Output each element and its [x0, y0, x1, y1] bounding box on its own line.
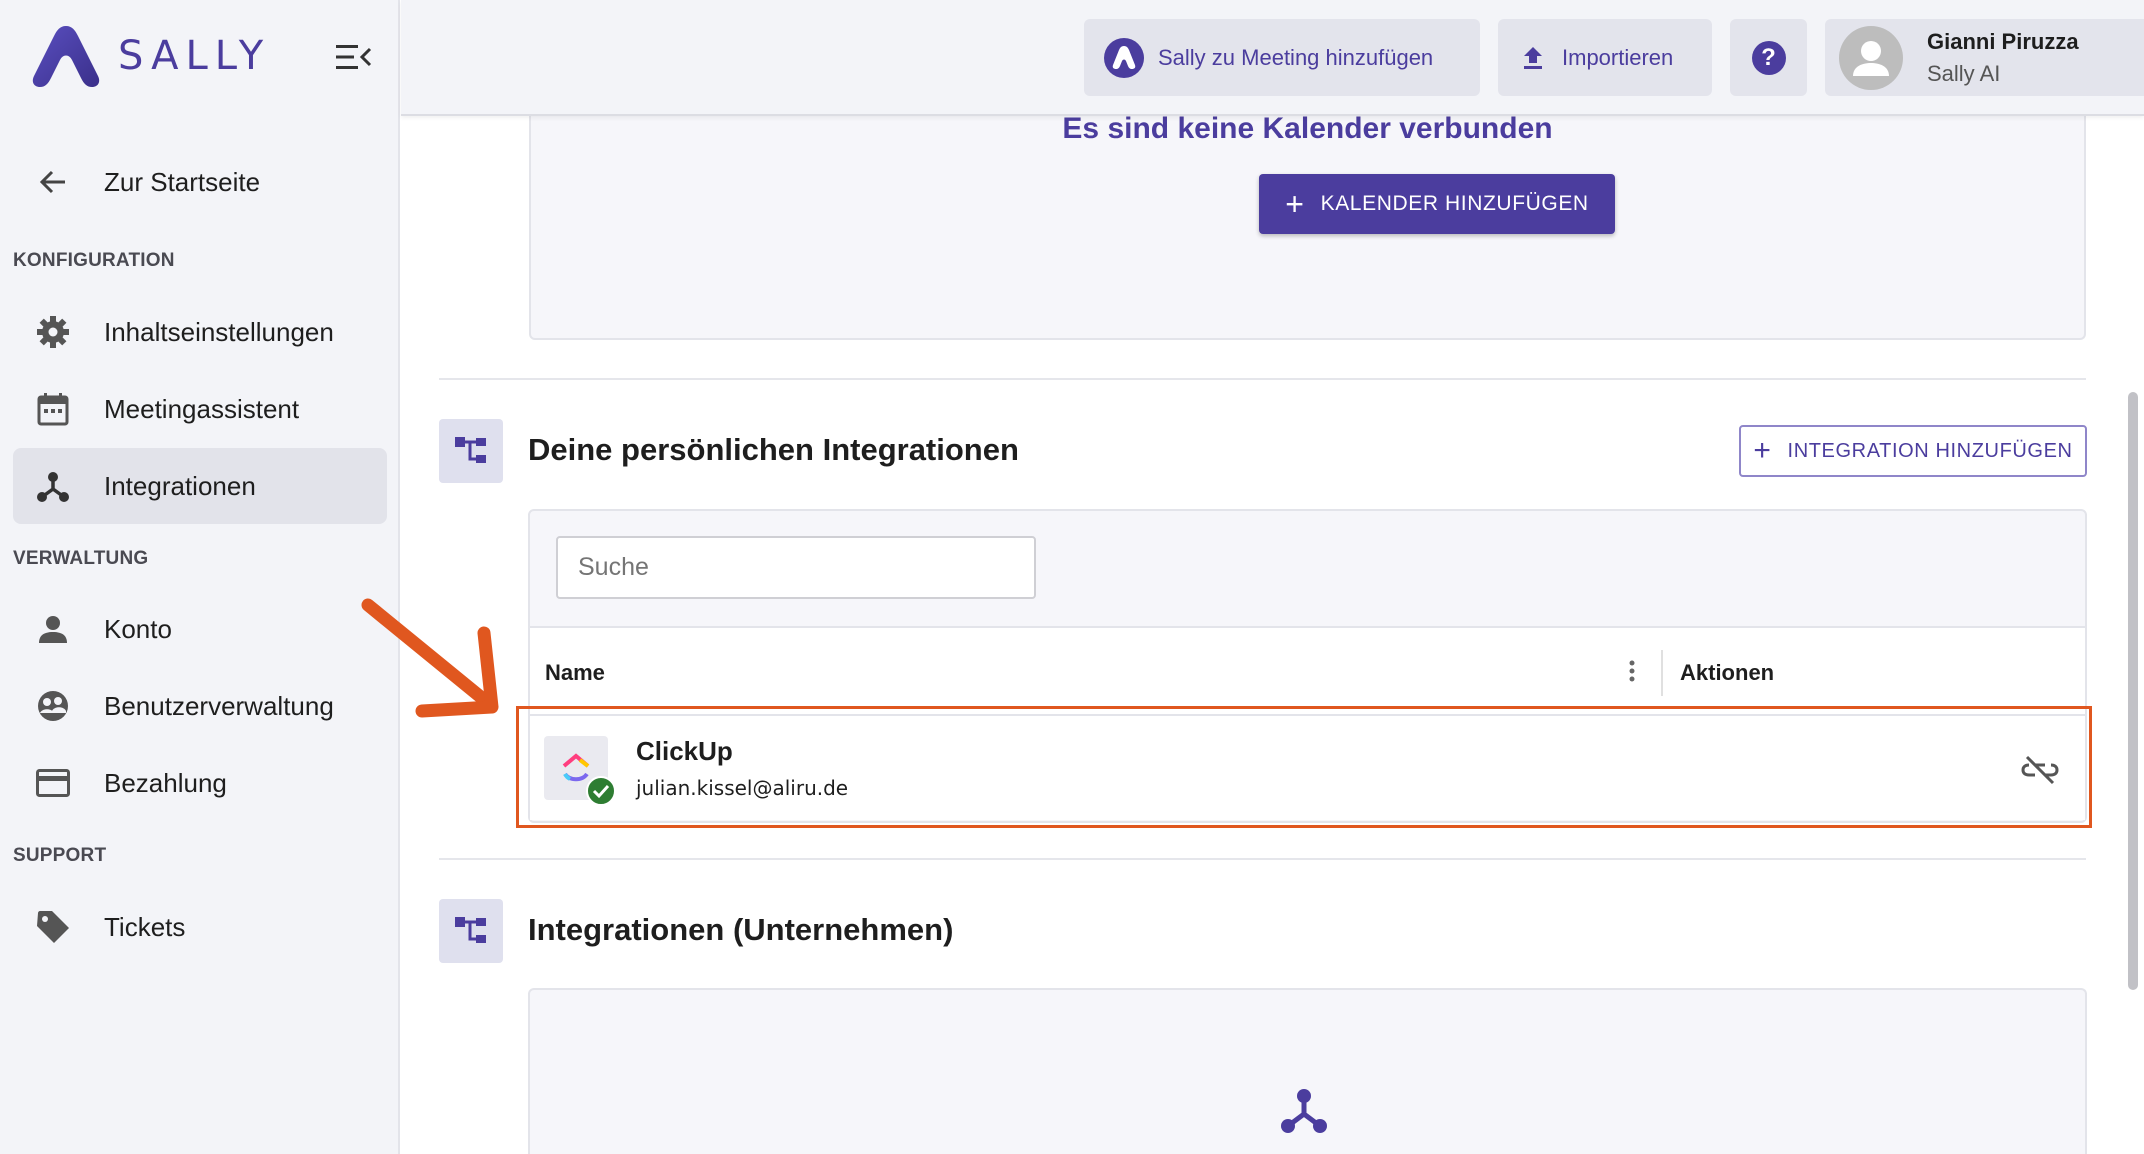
column-header-actions: Aktionen [1680, 660, 1775, 685]
calendar-empty-title: Es sind keine Kalender verbunden [1062, 112, 1553, 145]
sidebar-item-label: Meetingassistent [104, 393, 300, 424]
sidebar-item-tickets[interactable]: Tickets [13, 889, 387, 965]
section-divider [439, 858, 2086, 860]
sidebar-item-billing[interactable]: Bezahlung [13, 745, 387, 821]
sally-logo-icon [1104, 37, 1144, 78]
scrollbar[interactable] [2128, 392, 2138, 990]
add-integration-label: INTEGRATION HINZUFÜGEN [1787, 439, 2073, 462]
company-integrations-title: Integrationen (Unternehmen) [528, 912, 954, 947]
user-organization: Sally AI [1927, 61, 2001, 86]
help-glyph: ? [1761, 43, 1776, 71]
sidebar-item-label: Inhaltseinstellungen [104, 316, 334, 347]
help-button[interactable]: ? [1730, 19, 1807, 96]
users-icon [35, 688, 71, 724]
default-avatar-icon [1853, 41, 1889, 76]
back-to-home-link[interactable]: Zur Startseite [13, 144, 387, 220]
plus-icon: + [1285, 186, 1305, 222]
integrations-section-icon [439, 419, 503, 483]
logo-text: SALLY [118, 33, 271, 79]
gear-icon [35, 314, 71, 350]
column-separator[interactable] [1661, 650, 1663, 696]
column-header-name[interactable]: Name [545, 660, 605, 686]
column-menu-icon[interactable] [1626, 656, 1638, 686]
hierarchy-icon [455, 917, 486, 943]
credit-card-icon [35, 765, 71, 801]
sidebar-item-label: Integrationen [104, 470, 256, 501]
calendar-empty-card: Es sind keine Kalender verbunden + KALEN… [529, 106, 2086, 340]
add-calendar-button[interactable]: + KALENDER HINZUFÜGEN [1259, 174, 1615, 234]
logo[interactable]: SALLY [30, 24, 270, 88]
sidebar: SALLY Zur Startseite KONFIGURATION Inhal… [0, 0, 400, 1154]
avatar [1839, 26, 1903, 90]
hierarchy-icon [455, 437, 486, 463]
sidebar-item-integrations[interactable]: Integrationen [13, 448, 387, 524]
sidebar-item-content-settings[interactable]: Inhaltseinstellungen [13, 294, 387, 370]
table-header: Name Aktionen [530, 626, 2085, 716]
person-icon [35, 611, 71, 647]
collapse-menu-button[interactable] [336, 44, 372, 70]
integration-icon [1281, 1089, 1327, 1133]
top-header: Sally zu Meeting hinzufügen Importieren … [401, 0, 2144, 116]
sidebar-item-label: Konto [104, 613, 172, 644]
company-integrations-section-icon [439, 899, 503, 963]
plus-icon: + [1753, 434, 1772, 467]
import-label: Importieren [1562, 44, 1674, 70]
add-meeting-label: Sally zu Meeting hinzufügen [1158, 44, 1434, 70]
sidebar-item-label: Benutzerverwaltung [104, 690, 334, 721]
sidebar-item-account[interactable]: Konto [13, 591, 387, 667]
add-integration-button[interactable]: + INTEGRATION HINZUFÜGEN [1739, 425, 2087, 477]
personal-integrations-title: Deine persönlichen Integrationen [528, 432, 1019, 467]
back-label: Zur Startseite [104, 166, 261, 197]
main-content: Es sind keine Kalender verbunden + KALEN… [401, 106, 2144, 1154]
app-root: SALLY Zur Startseite KONFIGURATION Inhal… [0, 0, 2144, 1154]
tag-icon [35, 909, 71, 945]
add-calendar-label: KALENDER HINZUFÜGEN [1320, 192, 1589, 215]
upload-icon [1524, 46, 1542, 69]
section-label-support: SUPPORT [13, 845, 107, 866]
integration-icon [35, 468, 71, 504]
add-sally-to-meeting-button[interactable]: Sally zu Meeting hinzufügen [1084, 19, 1480, 96]
section-label-config: KONFIGURATION [13, 250, 175, 271]
company-integrations-card [528, 988, 2087, 1154]
user-menu-button[interactable]: Gianni Piruzza Sally AI [1825, 19, 2144, 96]
search-input[interactable] [556, 536, 1036, 599]
help-icon: ? [1751, 40, 1786, 75]
highlight-box [516, 706, 2092, 828]
user-name: Gianni Piruzza [1927, 29, 2079, 54]
sidebar-item-user-management[interactable]: Benutzerverwaltung [13, 668, 387, 744]
calendar-icon [35, 391, 71, 427]
menu-collapse-icon [336, 45, 372, 69]
sidebar-item-meeting-assistant[interactable]: Meetingassistent [13, 371, 387, 447]
sally-logo-icon [32, 26, 100, 87]
arrow-left-icon [35, 164, 71, 200]
annotation-arrow-icon [361, 598, 499, 718]
sidebar-item-label: Tickets [104, 911, 186, 942]
sidebar-item-label: Bezahlung [104, 767, 227, 798]
section-label-admin: VERWALTUNG [13, 548, 149, 569]
section-divider [439, 378, 2086, 380]
import-button[interactable]: Importieren [1498, 19, 1712, 96]
